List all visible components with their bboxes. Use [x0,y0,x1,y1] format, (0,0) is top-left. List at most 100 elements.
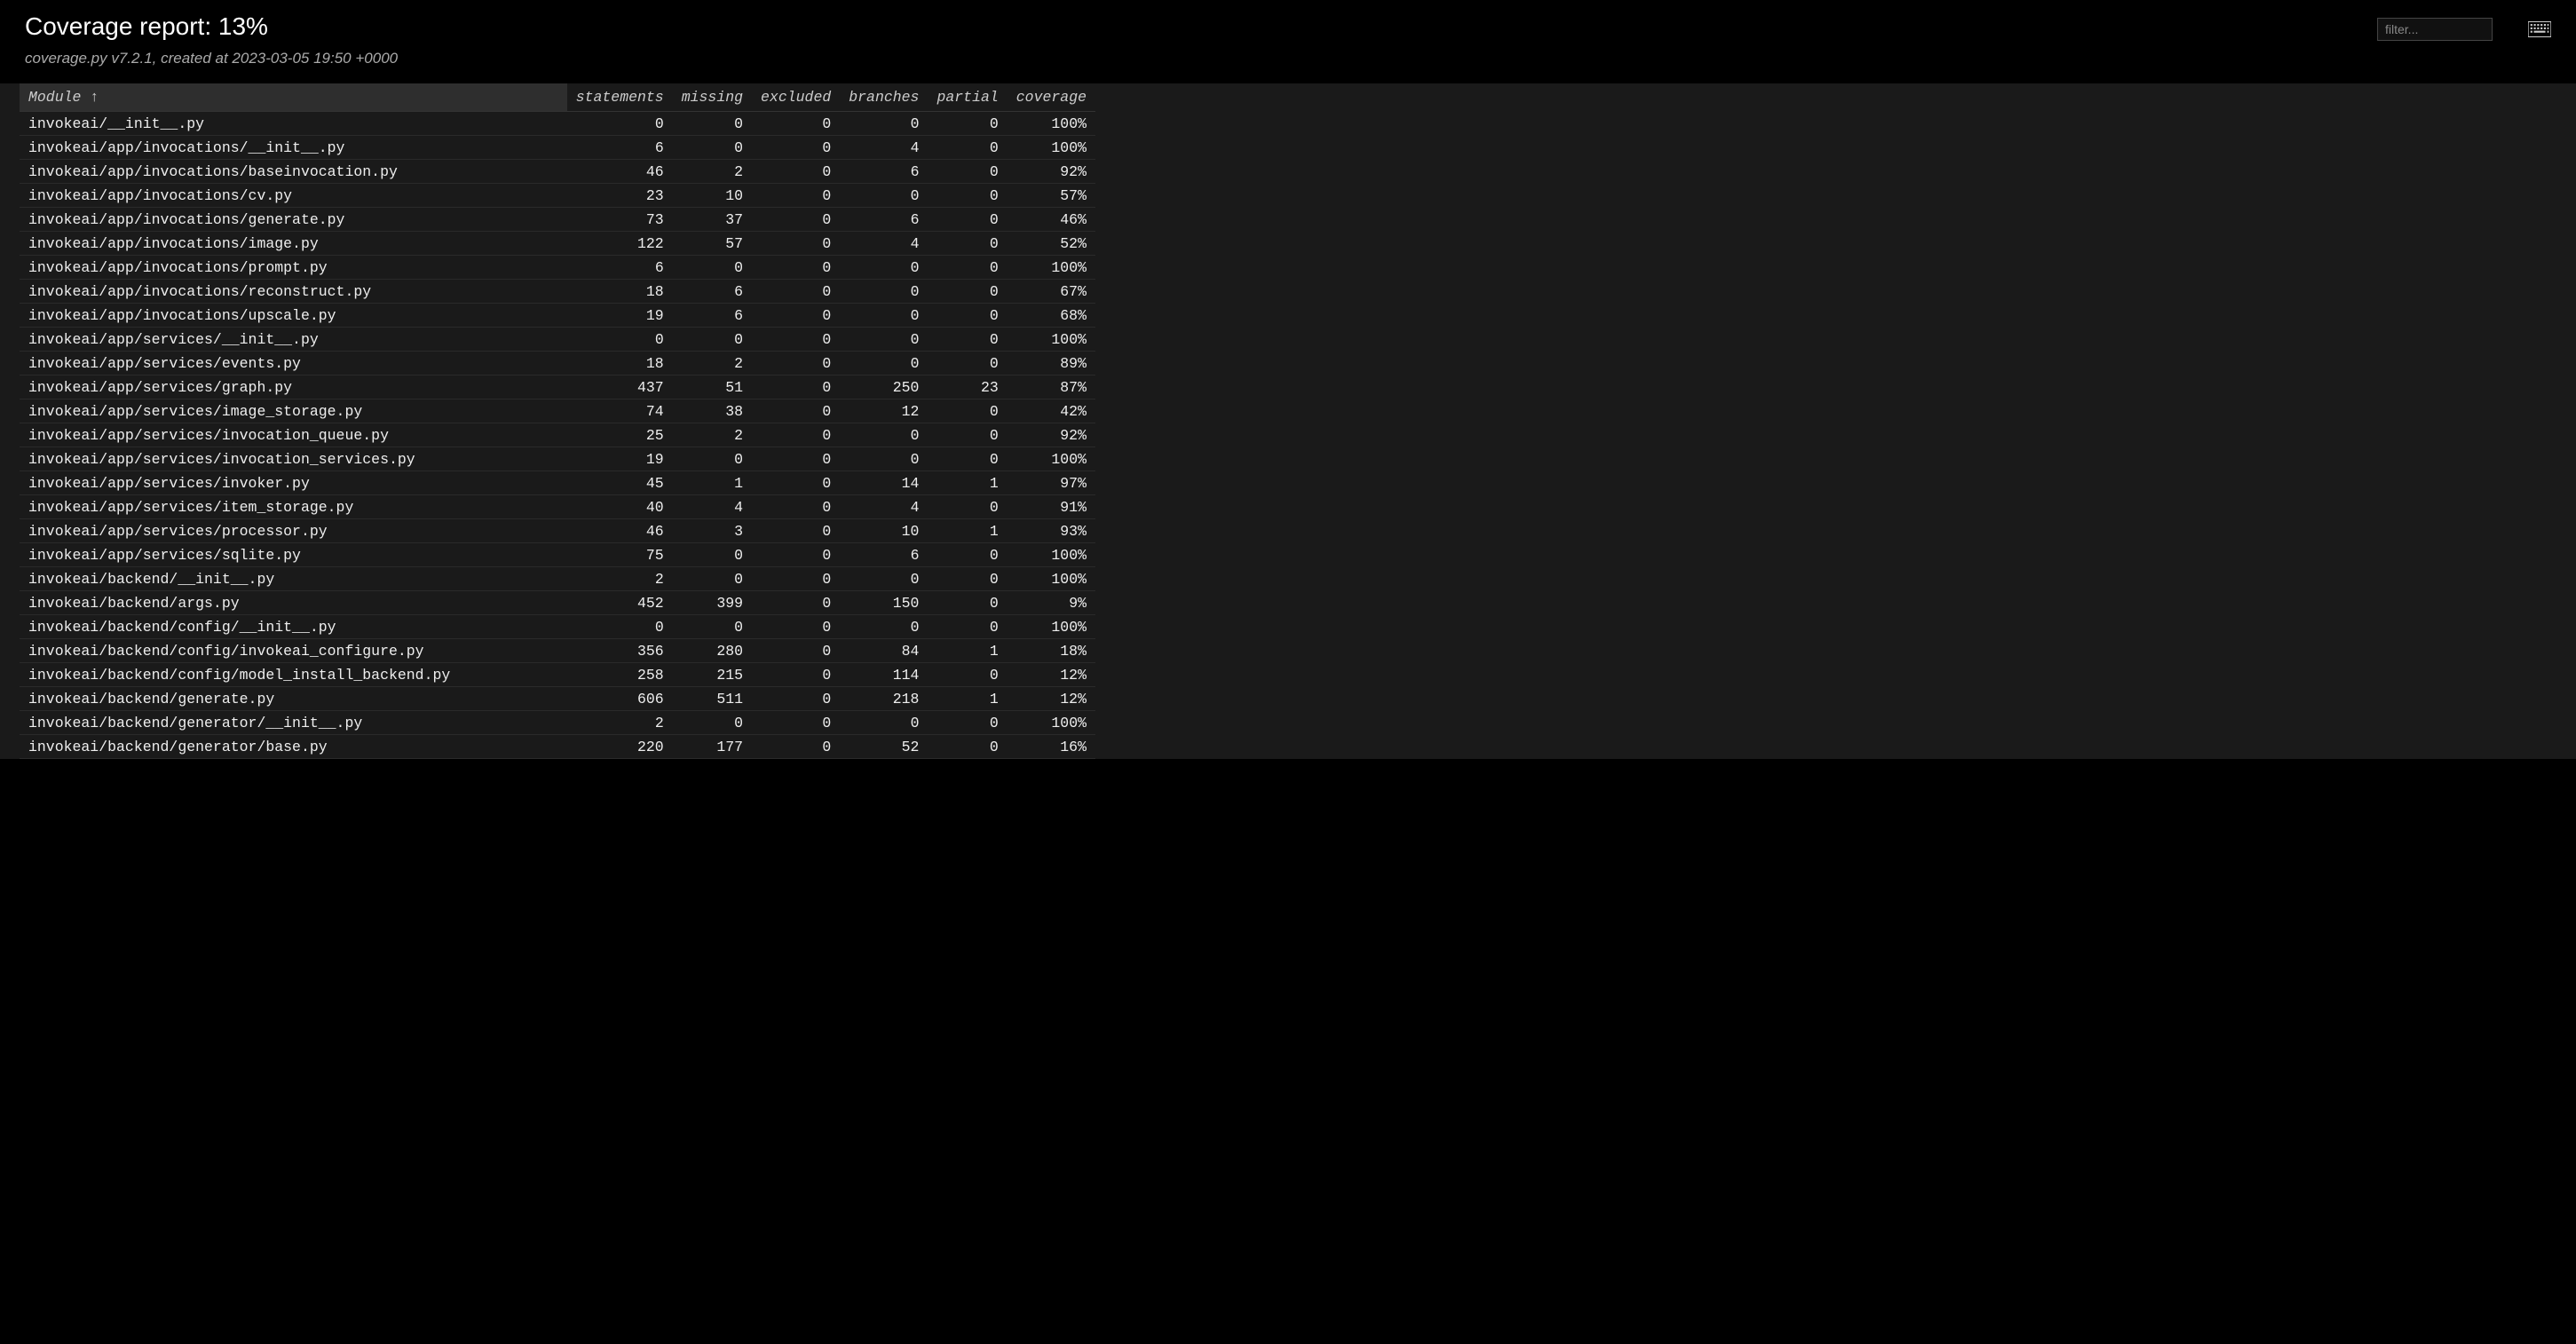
module-link[interactable]: invokeai/backend/args.py [28,595,240,612]
column-header-module[interactable]: Module ↑ [20,83,567,112]
excluded-cell: 0 [752,639,840,663]
excluded-cell: 0 [752,711,840,735]
excluded-cell: 0 [752,663,840,687]
missing-cell: 51 [673,376,752,399]
branches-cell: 4 [840,136,928,160]
statements-cell: 258 [567,663,673,687]
partial-cell: 0 [928,280,1007,304]
module-link[interactable]: invokeai/app/services/graph.py [28,379,292,396]
module-link[interactable]: invokeai/app/invocations/prompt.py [28,259,328,276]
excluded-cell: 0 [752,543,840,567]
table-row: invokeai/app/invocations/image.py1225704… [20,232,1095,256]
excluded-cell: 0 [752,519,840,543]
coverage-cell: 12% [1007,687,1095,711]
module-link[interactable]: invokeai/backend/config/model_install_ba… [28,667,450,684]
partial-cell: 0 [928,136,1007,160]
module-link[interactable]: invokeai/app/services/sqlite.py [28,547,301,564]
table-row: invokeai/app/services/sqlite.py750060100… [20,543,1095,567]
missing-cell: 1 [673,471,752,495]
missing-cell: 4 [673,495,752,519]
module-link[interactable]: invokeai/backend/__init__.py [28,571,274,588]
module-link[interactable]: invokeai/app/services/invoker.py [28,475,310,492]
table-row: invokeai/backend/config/__init__.py00000… [20,615,1095,639]
module-cell: invokeai/app/services/sqlite.py [20,543,567,567]
table-row: invokeai/app/invocations/cv.py231000057% [20,184,1095,208]
module-link[interactable]: invokeai/app/invocations/cv.py [28,187,292,204]
column-header-partial[interactable]: partial [928,83,1007,112]
missing-cell: 0 [673,328,752,352]
column-header-coverage[interactable]: coverage [1007,83,1095,112]
partial-cell: 0 [928,543,1007,567]
module-link[interactable]: invokeai/backend/generate.py [28,691,274,708]
coverage-cell: 100% [1007,112,1095,136]
module-link[interactable]: invokeai/backend/generator/base.py [28,739,328,755]
module-cell: invokeai/app/services/invocation_queue.p… [20,423,567,447]
branches-cell: 4 [840,232,928,256]
excluded-cell: 0 [752,567,840,591]
coverage-cell: 100% [1007,447,1095,471]
module-cell: invokeai/app/invocations/image.py [20,232,567,256]
partial-cell: 0 [928,352,1007,376]
filter-input[interactable] [2377,18,2493,41]
module-link[interactable]: invokeai/app/services/__init__.py [28,331,319,348]
coverage-cell: 100% [1007,567,1095,591]
module-link[interactable]: invokeai/app/services/image_storage.py [28,403,362,420]
excluded-cell: 0 [752,232,840,256]
module-link[interactable]: invokeai/app/services/item_storage.py [28,499,353,516]
coverage-cell: 100% [1007,256,1095,280]
module-cell: invokeai/backend/generate.py [20,687,567,711]
table-row: invokeai/app/services/graph.py4375102502… [20,376,1095,399]
module-cell: invokeai/app/invocations/upscale.py [20,304,567,328]
missing-cell: 57 [673,232,752,256]
column-header-statements[interactable]: statements [567,83,673,112]
excluded-cell: 0 [752,328,840,352]
coverage-cell: 46% [1007,208,1095,232]
module-cell: invokeai/app/services/events.py [20,352,567,376]
module-link[interactable]: invokeai/__init__.py [28,115,204,132]
module-link[interactable]: invokeai/app/invocations/baseinvocation.… [28,163,398,180]
statements-cell: 606 [567,687,673,711]
table-row: invokeai/app/services/__init__.py0000010… [20,328,1095,352]
column-header-branches[interactable]: branches [840,83,928,112]
module-link[interactable]: invokeai/app/services/processor.py [28,523,328,540]
missing-cell: 215 [673,663,752,687]
column-header-excluded[interactable]: excluded [752,83,840,112]
module-cell: invokeai/app/invocations/prompt.py [20,256,567,280]
coverage-cell: 92% [1007,160,1095,184]
table-row: invokeai/backend/config/model_install_ba… [20,663,1095,687]
excluded-cell: 0 [752,256,840,280]
page-title: Coverage report: 13% [25,12,398,41]
missing-cell: 10 [673,184,752,208]
missing-cell: 6 [673,304,752,328]
module-cell: invokeai/backend/config/__init__.py [20,615,567,639]
module-link[interactable]: invokeai/backend/config/invokeai_configu… [28,643,424,660]
excluded-cell: 0 [752,399,840,423]
module-link[interactable]: invokeai/app/invocations/image.py [28,235,319,252]
module-link[interactable]: invokeai/app/invocations/generate.py [28,211,344,228]
excluded-cell: 0 [752,735,840,759]
column-header-missing[interactable]: missing [673,83,752,112]
module-link[interactable]: invokeai/app/invocations/__init__.py [28,139,344,156]
coverage-cell: 100% [1007,328,1095,352]
missing-cell: 38 [673,399,752,423]
sort-ascending-icon: ↑ [90,89,99,106]
statements-cell: 2 [567,567,673,591]
excluded-cell: 0 [752,304,840,328]
statements-cell: 25 [567,423,673,447]
keyboard-icon[interactable] [2528,21,2551,37]
statements-cell: 46 [567,519,673,543]
partial-cell: 0 [928,495,1007,519]
module-link[interactable]: invokeai/backend/config/__init__.py [28,619,336,636]
module-link[interactable]: invokeai/app/invocations/upscale.py [28,307,336,324]
module-link[interactable]: invokeai/backend/generator/__init__.py [28,715,362,731]
module-link[interactable]: invokeai/app/services/events.py [28,355,301,372]
module-link[interactable]: invokeai/app/services/invocation_service… [28,451,415,468]
table-row: invokeai/app/services/invoker.py45101419… [20,471,1095,495]
page-subtitle: coverage.py v7.2.1, created at 2023-03-0… [25,50,398,67]
missing-cell: 2 [673,160,752,184]
table-row: invokeai/backend/generator/base.py220177… [20,735,1095,759]
module-link[interactable]: invokeai/app/services/invocation_queue.p… [28,427,389,444]
statements-cell: 18 [567,280,673,304]
module-link[interactable]: invokeai/app/invocations/reconstruct.py [28,283,371,300]
table-row: invokeai/app/invocations/prompt.py600001… [20,256,1095,280]
